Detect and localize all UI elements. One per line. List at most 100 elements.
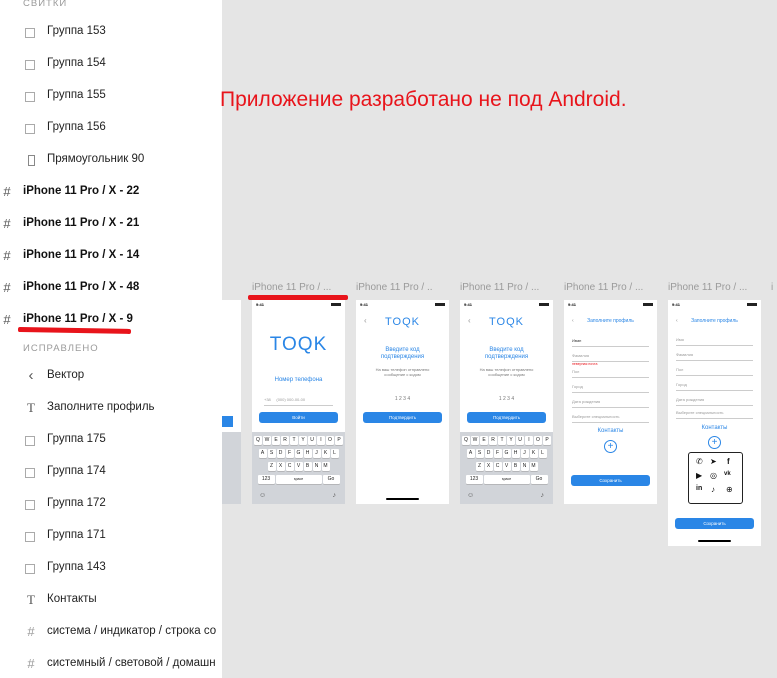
surname-field[interactable]: Фамилия	[676, 350, 753, 361]
key-t[interactable]: T	[498, 436, 506, 445]
key-z[interactable]: Z	[267, 462, 276, 471]
key-g[interactable]: G	[294, 449, 303, 458]
key-w[interactable]: W	[263, 436, 271, 445]
phone-confirm-screen[interactable]: 9:41 ‹ TOQK Введите код подтверждения На…	[356, 300, 449, 504]
confirm-button[interactable]: Подтвердить	[467, 412, 546, 423]
tiktok-icon[interactable]: ♪	[711, 485, 715, 494]
youtube-icon[interactable]: ▶	[696, 471, 702, 480]
key-o[interactable]: O	[534, 436, 542, 445]
key-p[interactable]: P	[543, 436, 551, 445]
frame-title[interactable]: iPhone 11 Pro / ...	[564, 282, 643, 293]
key-q[interactable]: Q	[462, 436, 470, 445]
key-r[interactable]: R	[489, 436, 497, 445]
key-j[interactable]: J	[312, 449, 321, 458]
key-d[interactable]: D	[484, 449, 493, 458]
key-v[interactable]: V	[502, 462, 511, 471]
key-go[interactable]: Go	[322, 475, 340, 484]
linkedin-icon[interactable]: in	[696, 485, 702, 492]
key-numbers[interactable]: 123	[257, 475, 275, 484]
key-g[interactable]: G	[502, 449, 511, 458]
key-v[interactable]: V	[294, 462, 303, 471]
key-m[interactable]: M	[321, 462, 330, 471]
layer-component-home-indicator[interactable]: # системный / световой / домашн	[0, 652, 222, 676]
layer-text-contacts[interactable]: T Контакты	[0, 588, 222, 612]
layer-group-156[interactable]: Группа 156	[0, 116, 222, 140]
key-q[interactable]: Q	[254, 436, 262, 445]
key-f[interactable]: F	[493, 449, 502, 458]
phone-profile-contacts-screen[interactable]: 9:41 ‹ Заполните профиль Имя Фамилия Пол …	[668, 300, 761, 546]
key-c[interactable]: C	[285, 462, 294, 471]
key-e[interactable]: E	[272, 436, 280, 445]
code-input[interactable]: 1 2 3 4	[460, 397, 553, 402]
specialty-select[interactable]: Выберите специальность	[572, 412, 649, 423]
back-icon[interactable]: ‹	[572, 318, 574, 324]
name-field[interactable]: Иван	[572, 336, 649, 347]
key-e[interactable]: E	[480, 436, 488, 445]
key-x[interactable]: X	[276, 462, 285, 471]
layer-component-status-bar[interactable]: # система / индикатор / строка со	[0, 620, 222, 644]
layer-group-154[interactable]: Группа 154	[0, 52, 222, 76]
key-f[interactable]: F	[285, 449, 294, 458]
city-field[interactable]: Город	[572, 382, 649, 393]
key-n[interactable]: N	[520, 462, 529, 471]
emoji-icon[interactable]: ☺	[467, 492, 474, 499]
layer-group-172[interactable]: Группа 172	[0, 492, 222, 516]
layer-frame-21[interactable]: # iPhone 11 Pro / X - 21	[0, 212, 222, 236]
key-h[interactable]: H	[303, 449, 312, 458]
key-x[interactable]: X	[484, 462, 493, 471]
key-b[interactable]: B	[511, 462, 520, 471]
key-p[interactable]: P	[335, 436, 343, 445]
login-button[interactable]: Войти	[259, 412, 338, 423]
layer-group-153[interactable]: Группа 153	[0, 20, 222, 44]
layer-frame-22[interactable]: # iPhone 11 Pro / X - 22	[0, 180, 222, 204]
layer-frame-14[interactable]: # iPhone 11 Pro / X - 14	[0, 244, 222, 268]
key-go[interactable]: Go	[530, 475, 548, 484]
frame-title[interactable]: iPhone 11 Pro / ..	[356, 282, 433, 293]
key-y[interactable]: Y	[507, 436, 515, 445]
vk-icon[interactable]: vk	[724, 471, 731, 477]
save-button[interactable]: Сохранить	[571, 475, 650, 486]
key-space[interactable]: space	[483, 475, 530, 484]
layer-frame-48[interactable]: # iPhone 11 Pro / X - 48	[0, 276, 222, 300]
add-contact-icon[interactable]: +	[708, 436, 721, 449]
layer-group-155[interactable]: Группа 155	[0, 84, 222, 108]
phone-frame-partial[interactable]	[222, 300, 241, 504]
key-i[interactable]: I	[525, 436, 533, 445]
key-n[interactable]: N	[312, 462, 321, 471]
key-o[interactable]: O	[326, 436, 334, 445]
emoji-icon[interactable]: ☺	[259, 492, 266, 499]
phone-confirm-keyboard-screen[interactable]: 9:41 ‹ TOQK Введите код подтверждения На…	[460, 300, 553, 504]
name-field[interactable]: Имя	[676, 335, 753, 346]
birthdate-field[interactable]: Дата рождения	[572, 397, 649, 408]
keyboard[interactable]: QWERTYUIOP ASDFGHJKL ZXCVBNM 123 space Go …	[252, 432, 345, 504]
layer-rectangle-90[interactable]: Прямоугольник 90	[0, 148, 222, 172]
frame-title[interactable]: iPhone 11 Pro / ...	[460, 282, 539, 293]
key-space[interactable]: space	[275, 475, 322, 484]
telegram-icon[interactable]: ➤	[710, 457, 717, 466]
phone-icon[interactable]: ✆	[696, 457, 703, 466]
key-b[interactable]: B	[303, 462, 312, 471]
city-field[interactable]: Город	[676, 380, 753, 391]
key-d[interactable]: D	[276, 449, 285, 458]
key-c[interactable]: C	[493, 462, 502, 471]
key-u[interactable]: U	[308, 436, 316, 445]
key-m[interactable]: M	[529, 462, 538, 471]
specialty-select[interactable]: Выберите специальность	[676, 408, 753, 419]
confirm-button[interactable]: Подтвердить	[363, 412, 442, 423]
key-h[interactable]: H	[511, 449, 520, 458]
microphone-icon[interactable]: ♪	[541, 492, 545, 499]
frame-title[interactable]: i	[771, 282, 773, 293]
key-k[interactable]: K	[529, 449, 538, 458]
key-s[interactable]: S	[475, 449, 484, 458]
instagram-icon[interactable]: ◎	[710, 471, 717, 480]
key-r[interactable]: R	[281, 436, 289, 445]
key-a[interactable]: A	[466, 449, 475, 458]
layer-group-175[interactable]: Группа 175	[0, 428, 222, 452]
key-numbers[interactable]: 123	[465, 475, 483, 484]
layer-group-143[interactable]: Группа 143	[0, 556, 222, 580]
key-u[interactable]: U	[516, 436, 524, 445]
keyboard[interactable]: QWERTYUIOP ASDFGHJKL ZXCVBNM 123 space Go …	[460, 432, 553, 504]
phone-profile-screen[interactable]: 9:41 ‹ Заполните профиль Иван Фамилия нев…	[564, 300, 657, 504]
phone-input[interactable]: +38 (000) 000-00-00	[264, 395, 333, 406]
layer-text-fill-profile[interactable]: T Заполните профиль	[0, 396, 222, 420]
